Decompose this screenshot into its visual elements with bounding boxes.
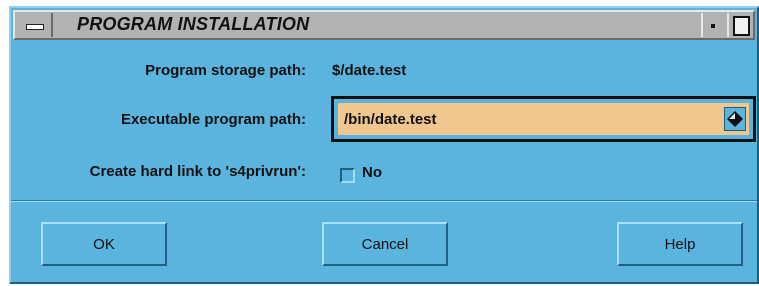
minimize-icon: [711, 24, 715, 28]
minimize-button[interactable]: [701, 13, 725, 37]
window-menu-button[interactable]: [17, 13, 53, 37]
executable-path-input[interactable]: /bin/date.test: [338, 103, 749, 135]
executable-path-label: Executable program path:: [120, 111, 306, 128]
combo-dropdown-button[interactable]: [724, 107, 746, 131]
storage-path-label: Program storage path:: [145, 62, 306, 79]
help-button[interactable]: Help: [617, 222, 743, 266]
ok-button[interactable]: OK: [41, 222, 167, 266]
maximize-icon: [733, 16, 750, 36]
storage-path-value: $/date.test: [332, 62, 407, 79]
diamond-arrow-icon: [727, 111, 743, 127]
executable-path-field-frame: /bin/date.test: [331, 96, 756, 142]
cancel-button[interactable]: Cancel: [322, 222, 448, 266]
hard-link-checkbox[interactable]: [340, 168, 355, 183]
maximize-button[interactable]: [727, 13, 751, 37]
hard-link-value[interactable]: No: [362, 164, 382, 181]
executable-path-value: /bin/date.test: [344, 111, 437, 128]
hard-link-label: Create hard link to 's4privrun':: [89, 163, 306, 180]
window-title: PROGRAM INSTALLATION: [77, 14, 310, 34]
title-bar[interactable]: PROGRAM INSTALLATION: [13, 10, 755, 40]
separator: [11, 200, 757, 202]
program-installation-dialog: PROGRAM INSTALLATION Program storage pat…: [9, 6, 759, 284]
window-menu-icon: [26, 24, 44, 30]
